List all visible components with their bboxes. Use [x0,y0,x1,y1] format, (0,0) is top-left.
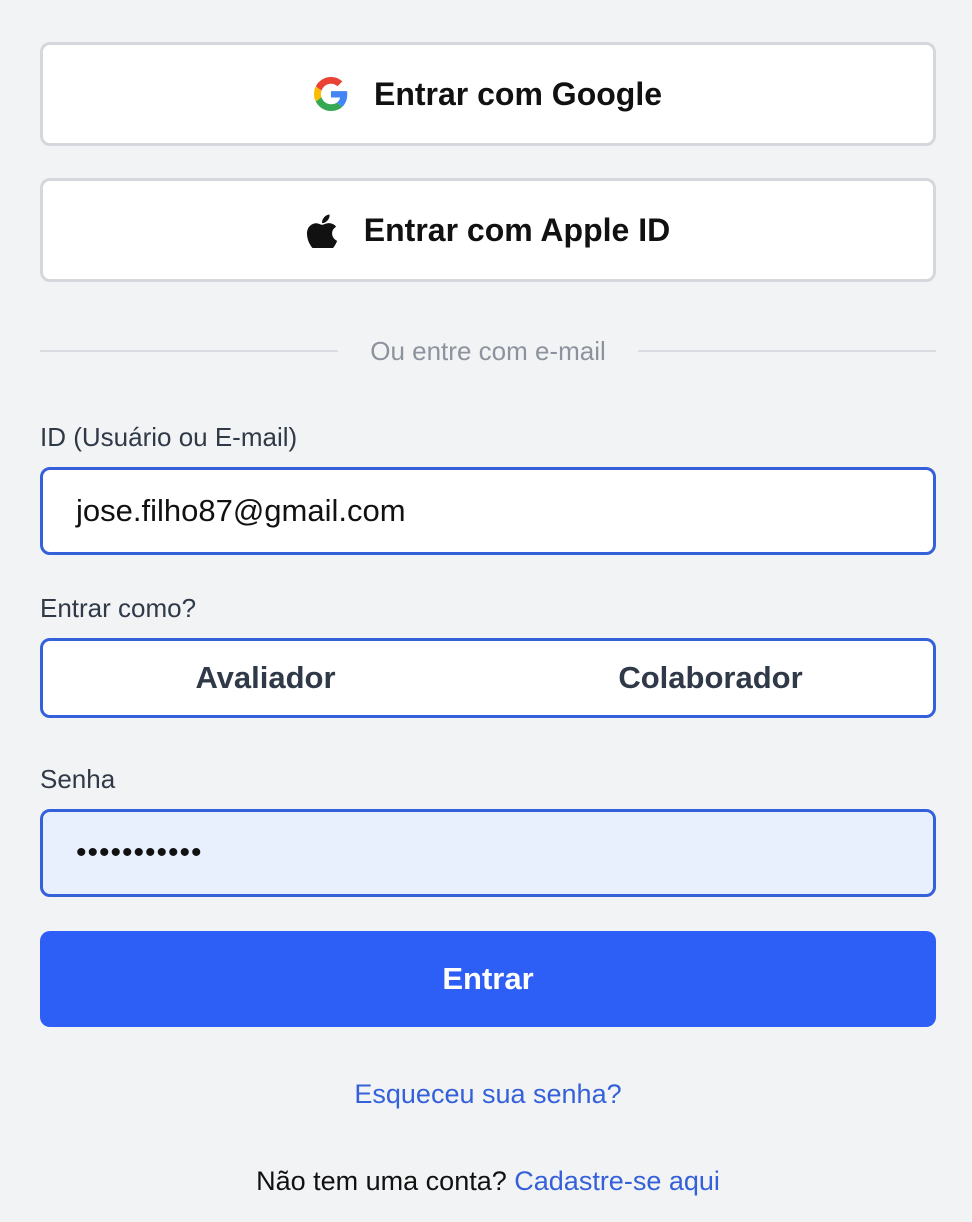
password-input-value: ••••••••••• [76,836,203,869]
signup-link[interactable]: Cadastre-se aqui [514,1166,720,1196]
apple-logo-icon [306,212,338,248]
id-field-label: ID (Usuário ou E-mail) [40,422,298,452]
apple-login-button[interactable]: Entrar com Apple ID [40,178,936,282]
divider-text: Ou entre com e-mail [370,335,606,366]
password-input[interactable]: ••••••••••• [40,809,936,897]
role-option-avaliador[interactable]: Avaliador [43,641,488,715]
signup-prompt: Não tem uma conta? Cadastre-se aqui [40,1166,936,1197]
forgot-password-link[interactable]: Esqueceu sua senha? [40,1079,936,1110]
google-logo-icon [313,77,348,111]
role-field-label: Entrar como? [40,593,197,623]
submit-button[interactable]: Entrar [40,931,936,1027]
signup-prompt-text: Não tem uma conta? [256,1166,507,1196]
id-input[interactable]: jose.filho87@gmail.com [40,467,936,555]
role-option-colaborador[interactable]: Colaborador [488,641,933,715]
google-login-button[interactable]: Entrar com Google [40,42,936,146]
email-divider: Ou entre com e-mail [40,336,936,366]
id-input-value: jose.filho87@gmail.com [76,493,406,528]
divider-line-left [40,350,339,352]
password-field-label: Senha [40,764,116,794]
divider-line-right [637,350,936,352]
apple-login-label: Entrar com Apple ID [363,211,671,248]
role-toggle: Avaliador Colaborador [40,638,936,718]
google-login-label: Entrar com Google [373,75,663,112]
login-form: Entrar com Google Entrar com Apple ID Ou… [40,42,936,1197]
